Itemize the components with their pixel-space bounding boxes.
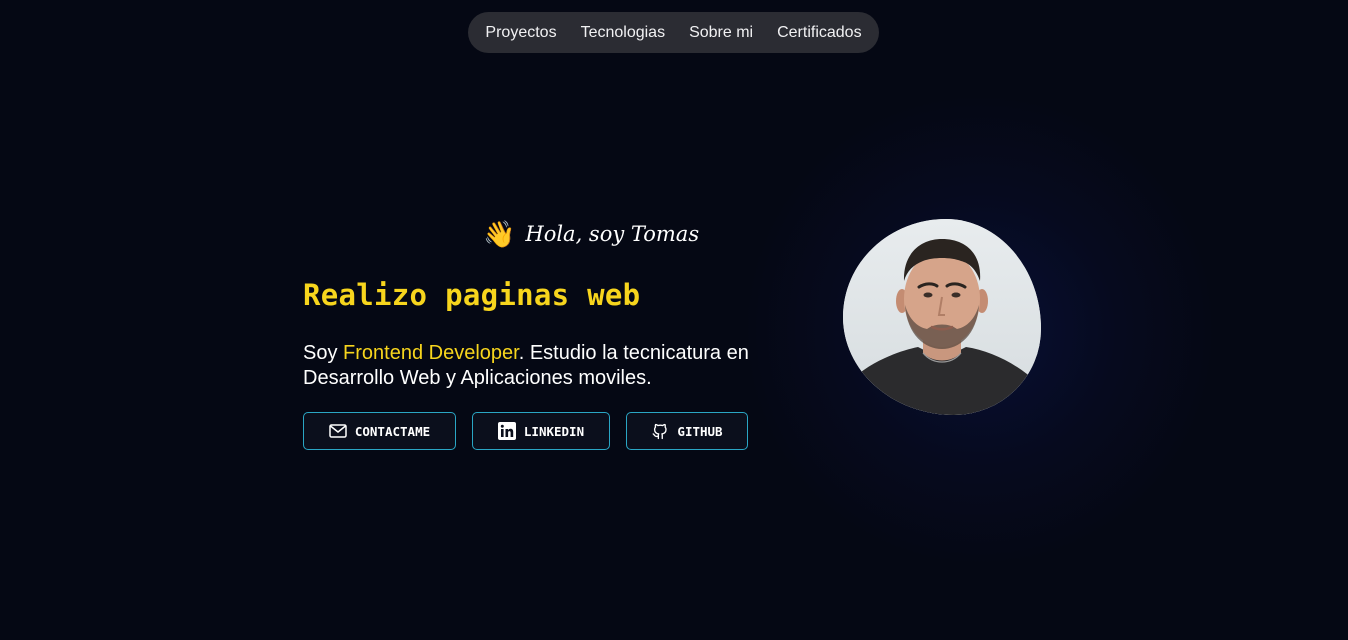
avatar: [843, 219, 1041, 415]
mail-icon: [329, 424, 347, 438]
top-nav: Proyectos Tecnologias Sobre mi Certifica…: [468, 12, 879, 53]
linkedin-icon: [497, 422, 516, 440]
profile-photo: [843, 219, 1041, 415]
nav-item-sobre-mi[interactable]: Sobre mi: [689, 24, 753, 42]
waving-hand-icon: 👋: [483, 219, 516, 249]
contact-button-label: CONTACTAME: [354, 423, 431, 439]
description-prefix: Soy: [303, 342, 344, 364]
github-icon: [652, 423, 668, 440]
nav-item-proyectos[interactable]: Proyectos: [485, 24, 556, 42]
nav-item-certificados[interactable]: Certificados: [777, 24, 861, 42]
hero-description: Soy Frontend Developer. Estudio la tecni…: [303, 341, 783, 391]
greeting-text: Hola, soy Tomas: [525, 222, 700, 246]
linkedin-button[interactable]: LINKEDIN: [472, 412, 610, 450]
github-button[interactable]: GITHUB: [626, 412, 748, 450]
github-button-label: GITHUB: [677, 423, 723, 439]
linkedin-button-label: LINKEDIN: [523, 423, 585, 439]
nav-item-tecnologias[interactable]: Tecnologias: [581, 24, 666, 42]
contact-button[interactable]: CONTACTAME: [303, 412, 456, 450]
page-title: Realizo paginas web: [303, 278, 641, 312]
greeting: 👋 Hola, soy Tomas: [483, 216, 699, 252]
description-accent: Frontend Developer: [343, 342, 519, 364]
